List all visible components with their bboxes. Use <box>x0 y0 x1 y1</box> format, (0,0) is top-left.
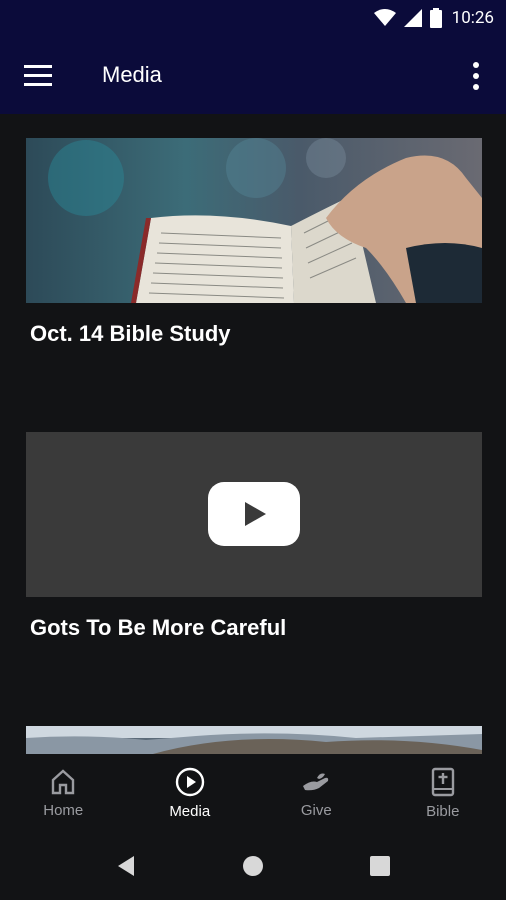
bible-study-thumbnail <box>26 138 482 303</box>
wifi-icon <box>374 9 396 26</box>
nav-label: Home <box>43 801 84 819</box>
nav-label: Give <box>300 801 332 819</box>
app-bar: Media <box>0 38 506 114</box>
recents-icon[interactable] <box>369 855 391 877</box>
status-icons <box>374 8 442 28</box>
home-icon <box>52 768 75 794</box>
signal-icon <box>404 9 422 27</box>
bible-icon <box>431 767 454 796</box>
landscape-thumbnail <box>26 726 482 754</box>
back-icon[interactable] <box>114 854 138 878</box>
media-card-bible-study[interactable]: Oct. 14 Bible Study <box>26 138 482 347</box>
nav-item-media[interactable]: Media <box>127 754 254 832</box>
page-title: Media <box>102 62 162 87</box>
media-card-partial[interactable] <box>26 726 482 754</box>
play-circle-icon <box>175 767 204 796</box>
more-vert-icon[interactable] <box>468 60 484 92</box>
card-title: Oct. 14 Bible Study <box>30 321 231 346</box>
menu-icon[interactable] <box>24 63 54 89</box>
media-list[interactable]: Oct. 14 Bible Study Gots To Be More Care… <box>0 114 506 754</box>
status-bar: 10:26 <box>0 0 506 38</box>
nav-label: Media <box>169 802 211 820</box>
video-thumbnail <box>26 432 482 597</box>
give-hand-icon <box>303 773 329 790</box>
nav-item-give[interactable]: Give <box>253 754 380 832</box>
card-title: Gots To Be More Careful <box>30 615 287 640</box>
youtube-play-icon[interactable] <box>208 482 300 546</box>
system-nav-bar <box>0 832 506 900</box>
bottom-nav: Home Media Give Bible <box>0 754 506 832</box>
nav-item-home[interactable]: Home <box>0 754 127 832</box>
media-card-more-careful[interactable]: Gots To Be More Careful <box>26 432 482 641</box>
status-time: 10:26 <box>451 8 494 28</box>
nav-item-bible[interactable]: Bible <box>380 754 506 832</box>
home-circle-icon[interactable] <box>242 855 264 877</box>
battery-icon <box>430 8 442 28</box>
nav-label: Bible <box>426 802 460 820</box>
